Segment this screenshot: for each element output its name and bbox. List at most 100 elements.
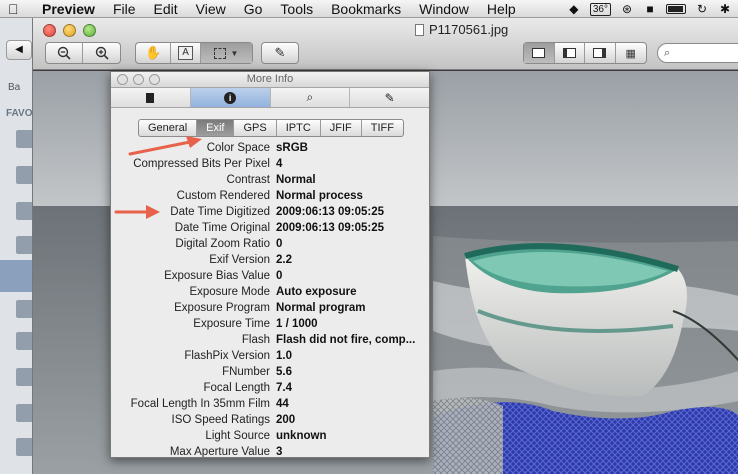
- minimize-button[interactable]: [63, 24, 76, 37]
- zoom-in-icon: [95, 46, 109, 60]
- property-row[interactable]: Focal Length In 35mm Film 44: [111, 396, 429, 412]
- view-thumbnails-button[interactable]: [555, 43, 585, 63]
- segment-exif[interactable]: Exif: [197, 120, 235, 136]
- property-row[interactable]: Light Source unknown: [111, 428, 429, 444]
- search-icon: ⌕: [664, 47, 671, 59]
- property-row[interactable]: Exposure Bias Value 0: [111, 268, 429, 284]
- tab-info[interactable]: i: [190, 88, 271, 107]
- property-row[interactable]: Custom Rendered Normal process: [111, 188, 429, 204]
- property-value: sRGB: [276, 142, 308, 154]
- app-menu[interactable]: Preview: [28, 0, 104, 18]
- property-row[interactable]: Flash Flash did not fire, comp...: [111, 332, 429, 348]
- tab-search[interactable]: ⌕: [271, 88, 351, 107]
- menu-edit[interactable]: Edit: [145, 0, 187, 18]
- close-button[interactable]: [43, 24, 56, 37]
- menu-window[interactable]: Window: [410, 0, 478, 18]
- segment-gps[interactable]: GPS: [234, 120, 277, 136]
- zoom-out-button[interactable]: [46, 43, 84, 63]
- property-row[interactable]: FlashPix Version 1.0: [111, 348, 429, 364]
- zoom-control: [45, 42, 121, 64]
- property-row[interactable]: Exposure Time 1 / 1000: [111, 316, 429, 332]
- grid-view-icon: ▦: [625, 47, 636, 60]
- property-value: 0: [276, 238, 283, 250]
- property-row[interactable]: Max Aperture Value 3: [111, 444, 429, 458]
- view-contact-sheet-button[interactable]: ▦: [616, 43, 646, 63]
- accessibility-icon[interactable]: ⊛: [620, 2, 634, 16]
- zoom-button[interactable]: [83, 24, 96, 37]
- property-value: 200: [276, 414, 296, 426]
- apple-menu-icon[interactable]: : [8, 0, 28, 18]
- property-key: Flash: [241, 334, 270, 346]
- property-key: Exposure Mode: [189, 286, 270, 298]
- favorites-header: FAVO: [6, 108, 33, 119]
- dropbox-icon[interactable]: ◆: [567, 2, 581, 16]
- text-select-tool-button[interactable]: A: [171, 43, 201, 63]
- view-content-only-button[interactable]: [524, 43, 555, 63]
- property-row[interactable]: Exif Version 2.2: [111, 252, 429, 268]
- property-row[interactable]: Focal Length 7.4: [111, 380, 429, 396]
- chevron-down-icon: ▼: [230, 48, 239, 58]
- menu-go[interactable]: Go: [235, 0, 272, 18]
- text-select-icon: A: [178, 46, 193, 60]
- tab-annotations[interactable]: ✎: [350, 88, 429, 107]
- property-key: Digital Zoom Ratio: [175, 238, 270, 250]
- sidebar-view-icon: [562, 48, 576, 58]
- property-value: 7.4: [276, 382, 292, 394]
- property-value: 2009:06:13 09:05:25: [276, 222, 385, 234]
- annotate-button[interactable]: ✎: [262, 43, 298, 63]
- property-value: 44: [276, 398, 289, 410]
- property-row[interactable]: Exposure Program Normal program: [111, 300, 429, 316]
- property-key: Compressed Bits Per Pixel: [133, 158, 270, 170]
- property-key: Focal Length: [203, 382, 271, 394]
- property-row[interactable]: Compressed Bits Per Pixel 4: [111, 156, 429, 172]
- segment-jfif[interactable]: JFIF: [321, 120, 362, 136]
- property-key: Max Aperture Value: [169, 446, 270, 458]
- back-button[interactable]: ◀: [6, 40, 32, 60]
- menu-bar:  Preview File Edit View Go Tools Bookma…: [0, 0, 738, 18]
- property-row[interactable]: Exposure Mode Auto exposure: [111, 284, 429, 300]
- menu-help[interactable]: Help: [478, 0, 525, 18]
- property-value: 5.6: [276, 366, 292, 378]
- sync-icon[interactable]: ↻: [695, 2, 709, 16]
- view-toc-button[interactable]: [585, 43, 616, 63]
- search-icon: ⌕: [306, 90, 314, 104]
- view-mode-control: ▦: [523, 42, 647, 64]
- bluetooth-icon[interactable]: ✱: [718, 2, 732, 16]
- menu-view[interactable]: View: [187, 0, 235, 18]
- segment-general[interactable]: General: [139, 120, 198, 136]
- property-key: Date Time Original: [174, 222, 270, 234]
- move-tool-button[interactable]: ✋: [136, 43, 172, 63]
- info-panel-titlebar: More Info: [111, 72, 429, 88]
- more-info-panel: More Info i ⌕ ✎ General Exif GPS IPTC JF…: [110, 71, 430, 458]
- info-panel-title: More Info: [246, 73, 294, 85]
- annotation-arrow-date-digitized: [114, 205, 160, 219]
- title-bar: P1170561.jpg ✋ A ▼ ✎ ▦ ⌕: [33, 18, 738, 70]
- property-row[interactable]: Contrast Normal: [111, 172, 429, 188]
- property-value: unknown: [276, 430, 327, 442]
- property-key: Exposure Program: [174, 302, 270, 314]
- rect-select-tool-button[interactable]: ▼: [200, 43, 252, 63]
- segment-tiff[interactable]: TIFF: [362, 120, 403, 136]
- zoom-in-button[interactable]: [83, 43, 120, 63]
- pencil-icon: ✎: [384, 90, 395, 105]
- search-field[interactable]: ⌕: [657, 43, 738, 63]
- menu-tools[interactable]: Tools: [271, 0, 322, 18]
- menu-file[interactable]: File: [104, 0, 145, 18]
- property-key: Exposure Bias Value: [164, 270, 270, 282]
- tab-general[interactable]: [111, 88, 191, 107]
- menu-bookmarks[interactable]: Bookmarks: [322, 0, 410, 18]
- temperature-badge[interactable]: 36°: [589, 2, 611, 16]
- exif-properties-list: Color Space sRGB Compressed Bits Per Pixe…: [111, 140, 429, 458]
- property-key: Exif Version: [209, 254, 270, 266]
- property-key: ISO Speed Ratings: [171, 414, 270, 426]
- pencil-icon: ✎: [274, 45, 286, 60]
- lock-icon[interactable]: ■: [643, 2, 657, 16]
- window-title: P1170561.jpg: [415, 22, 508, 37]
- property-row[interactable]: FNumber 5.6: [111, 364, 429, 380]
- property-value: Auto exposure: [276, 286, 357, 298]
- battery-icon[interactable]: [666, 4, 686, 14]
- property-row[interactable]: ISO Speed Ratings 200: [111, 412, 429, 428]
- property-row[interactable]: Date Time Original 2009:06:13 09:05:25: [111, 220, 429, 236]
- property-row[interactable]: Digital Zoom Ratio 0: [111, 236, 429, 252]
- segment-iptc[interactable]: IPTC: [277, 120, 321, 136]
